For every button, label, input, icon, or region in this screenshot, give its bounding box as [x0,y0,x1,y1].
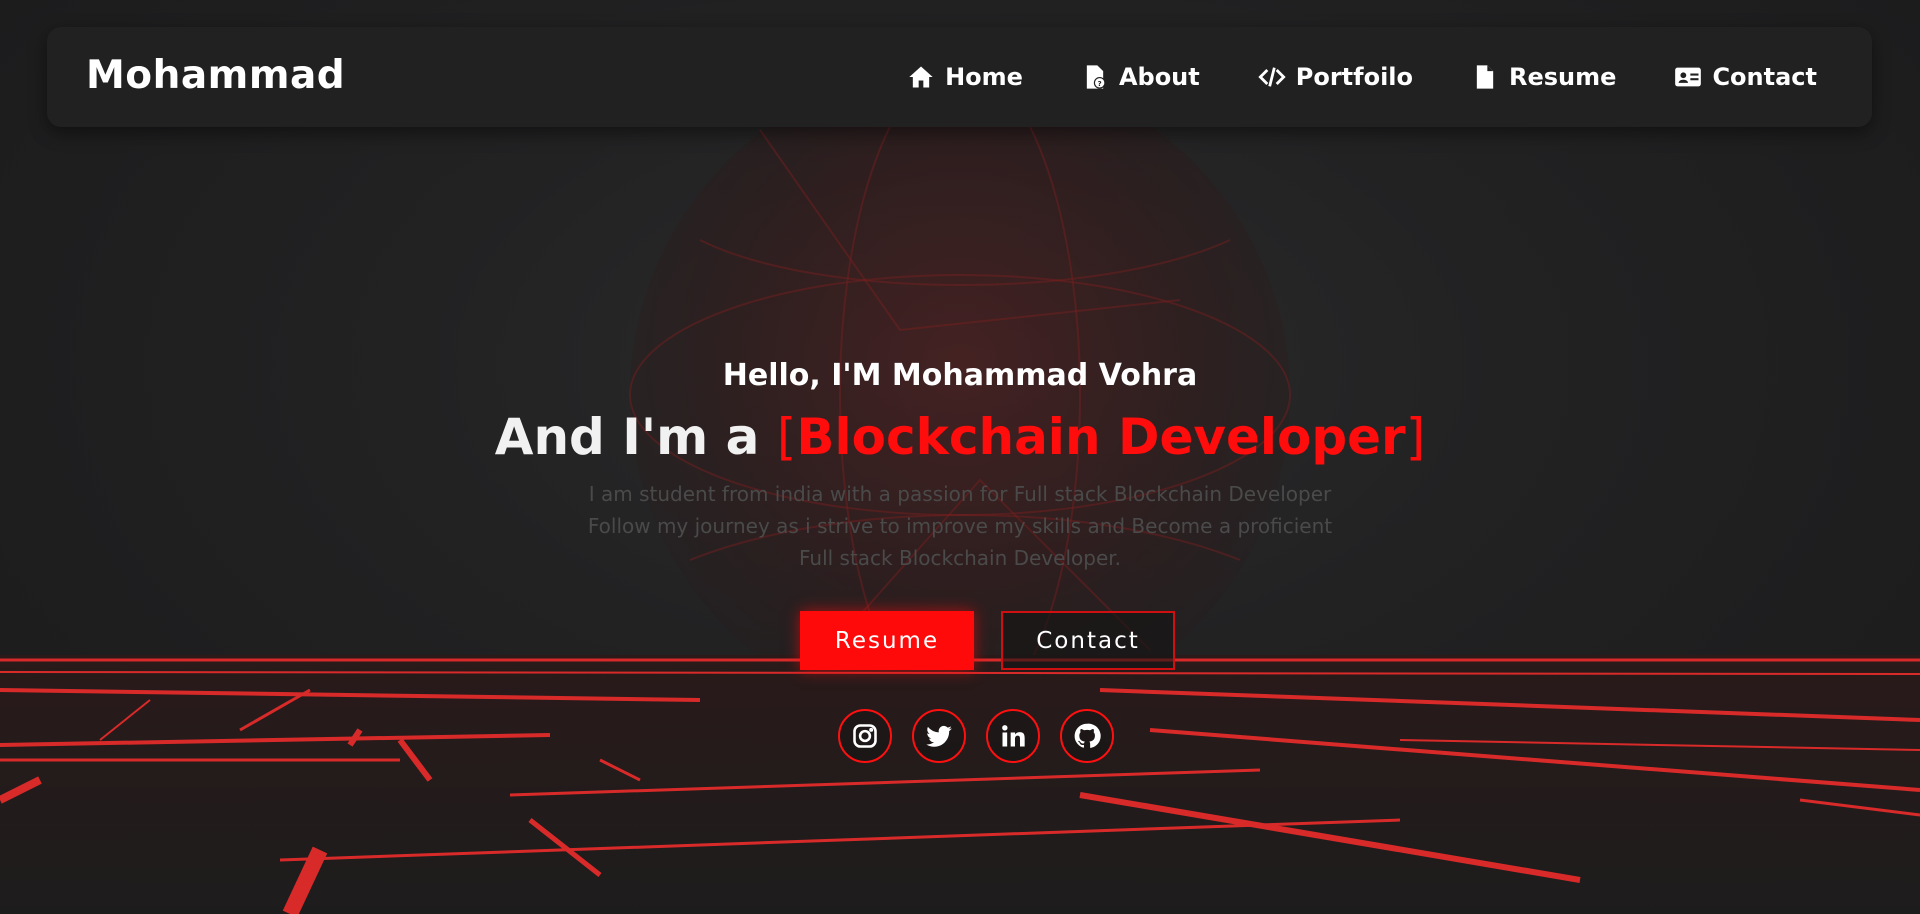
twitter-link[interactable] [912,709,966,763]
instagram-icon [853,724,877,748]
headline-prefix: And I'm a [494,408,777,466]
hero-greeting: Hello, I'M Mohammad Vohra [722,358,1198,393]
page: Mohammad Home ? About Portfoilo Resume C… [0,0,1920,914]
bracket-close: ] [1405,408,1426,466]
description-line: Follow my journey as i strive to improve… [587,514,1333,538]
contact-button[interactable]: Contact [1001,611,1175,670]
bracket-open: [ [776,408,797,466]
description-line: Full stack Blockchain Developer. [798,546,1121,570]
hero-section: Hello, I'M Mohammad Vohra And I'm a [Blo… [0,0,1920,914]
resume-button[interactable]: Resume [800,611,974,670]
github-link[interactable] [1060,709,1114,763]
social-links [838,709,1114,763]
hero-headline: And I'm a [Blockchain Developer] [0,408,1920,466]
typed-role: Blockchain Developer [796,408,1406,466]
linkedin-link[interactable] [986,709,1040,763]
linkedin-icon [1002,725,1025,747]
description-line: I am student from india with a passion f… [588,482,1332,506]
instagram-link[interactable] [838,709,892,763]
hero-description: I am student from india with a passion f… [560,478,1360,574]
github-icon [1074,723,1101,748]
twitter-icon [926,725,952,747]
